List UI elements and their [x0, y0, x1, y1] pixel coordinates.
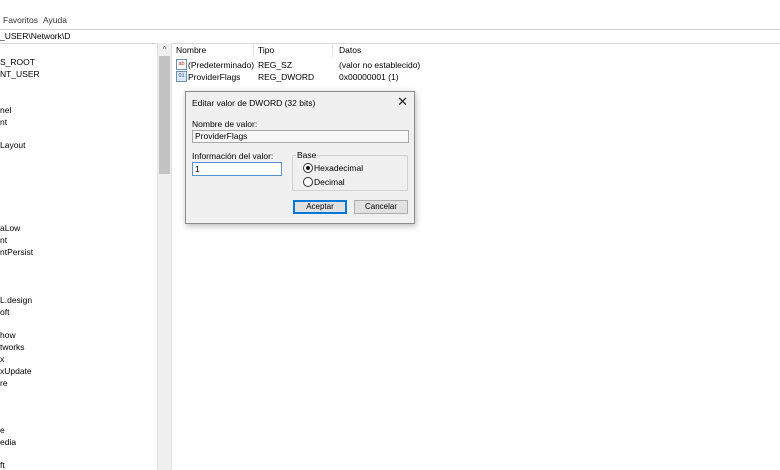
menu-favoritos[interactable]: Favoritos [3, 15, 38, 25]
column-header-tipo[interactable]: Tipo [258, 45, 274, 55]
tree-item[interactable]: e [0, 425, 5, 435]
menu-bar: Favoritos Ayuda [0, 13, 780, 27]
radio-decimal-label[interactable]: Decimal [314, 177, 345, 187]
tree-item[interactable]: re [0, 378, 8, 388]
tree-item[interactable]: S_ROOT [0, 57, 35, 67]
value-data-label: Información del valor: [192, 151, 274, 161]
tree-item[interactable]: how [0, 330, 16, 340]
tree-item[interactable]: xUpdate [0, 366, 32, 376]
string-value-icon: ab [176, 59, 187, 70]
registry-tree: S_ROOT NT_USER nel nt Layout aLow nt ntP… [0, 43, 158, 470]
column-header-nombre[interactable]: Nombre [176, 45, 206, 55]
column-separator[interactable] [332, 43, 333, 57]
tree-item[interactable]: aLow [0, 223, 20, 233]
edit-dword-dialog: Editar valor de DWORD (32 bits) ✕ Nombre… [185, 91, 415, 224]
close-icon[interactable]: ✕ [397, 94, 408, 110]
base-label: Base [296, 150, 318, 160]
radio-hexadecimal-label[interactable]: Hexadecimal [314, 163, 363, 173]
scroll-thumb[interactable] [159, 56, 170, 174]
tree-item[interactable]: ntPersist [0, 247, 33, 257]
value-data-input[interactable]: 1 [192, 162, 282, 176]
radio-selected-dot-icon [306, 166, 310, 170]
tree-item[interactable]: nel [0, 105, 11, 115]
value-name-field[interactable]: ProviderFlags [192, 130, 409, 143]
value-name: ProviderFlags [188, 72, 241, 82]
tree-item[interactable]: tworks [0, 342, 25, 352]
tree-item[interactable]: nt [0, 117, 7, 127]
tree-item[interactable]: L.design [0, 295, 32, 305]
radio-decimal[interactable] [303, 177, 313, 187]
value-name: (Predeterminado) [188, 60, 255, 70]
ok-button[interactable]: Aceptar [293, 200, 347, 214]
scroll-up-arrow-icon[interactable]: ^ [158, 43, 171, 56]
tree-item[interactable]: NT_USER [0, 69, 40, 79]
tree-item[interactable]: edia [0, 437, 16, 447]
cancel-button[interactable]: Cancelar [354, 200, 408, 214]
column-header-datos[interactable]: Datos [339, 45, 361, 55]
menu-ayuda[interactable]: Ayuda [43, 15, 67, 25]
value-type: REG_SZ [258, 60, 293, 70]
value-type: REG_DWORD [258, 72, 315, 82]
column-separator[interactable] [253, 43, 254, 57]
value-name-label: Nombre de valor: [192, 119, 258, 129]
tree-item[interactable]: Layout [0, 140, 26, 150]
tree-item[interactable]: oft [0, 307, 9, 317]
tree-item[interactable]: nt [0, 235, 7, 245]
address-path: _USER\Network\D [0, 31, 71, 41]
value-data: 0x00000001 (1) [339, 72, 399, 82]
tree-item[interactable]: ft [0, 460, 5, 470]
address-bar[interactable]: _USER\Network\D [0, 29, 780, 44]
value-data: (valor no establecido) [339, 60, 421, 70]
radio-hexadecimal[interactable] [303, 163, 313, 173]
dialog-title: Editar valor de DWORD (32 bits) [192, 98, 316, 108]
dword-value-icon: 01 [176, 71, 187, 82]
tree-item[interactable]: x [0, 354, 4, 364]
tree-scrollbar[interactable]: ^ [157, 43, 172, 470]
